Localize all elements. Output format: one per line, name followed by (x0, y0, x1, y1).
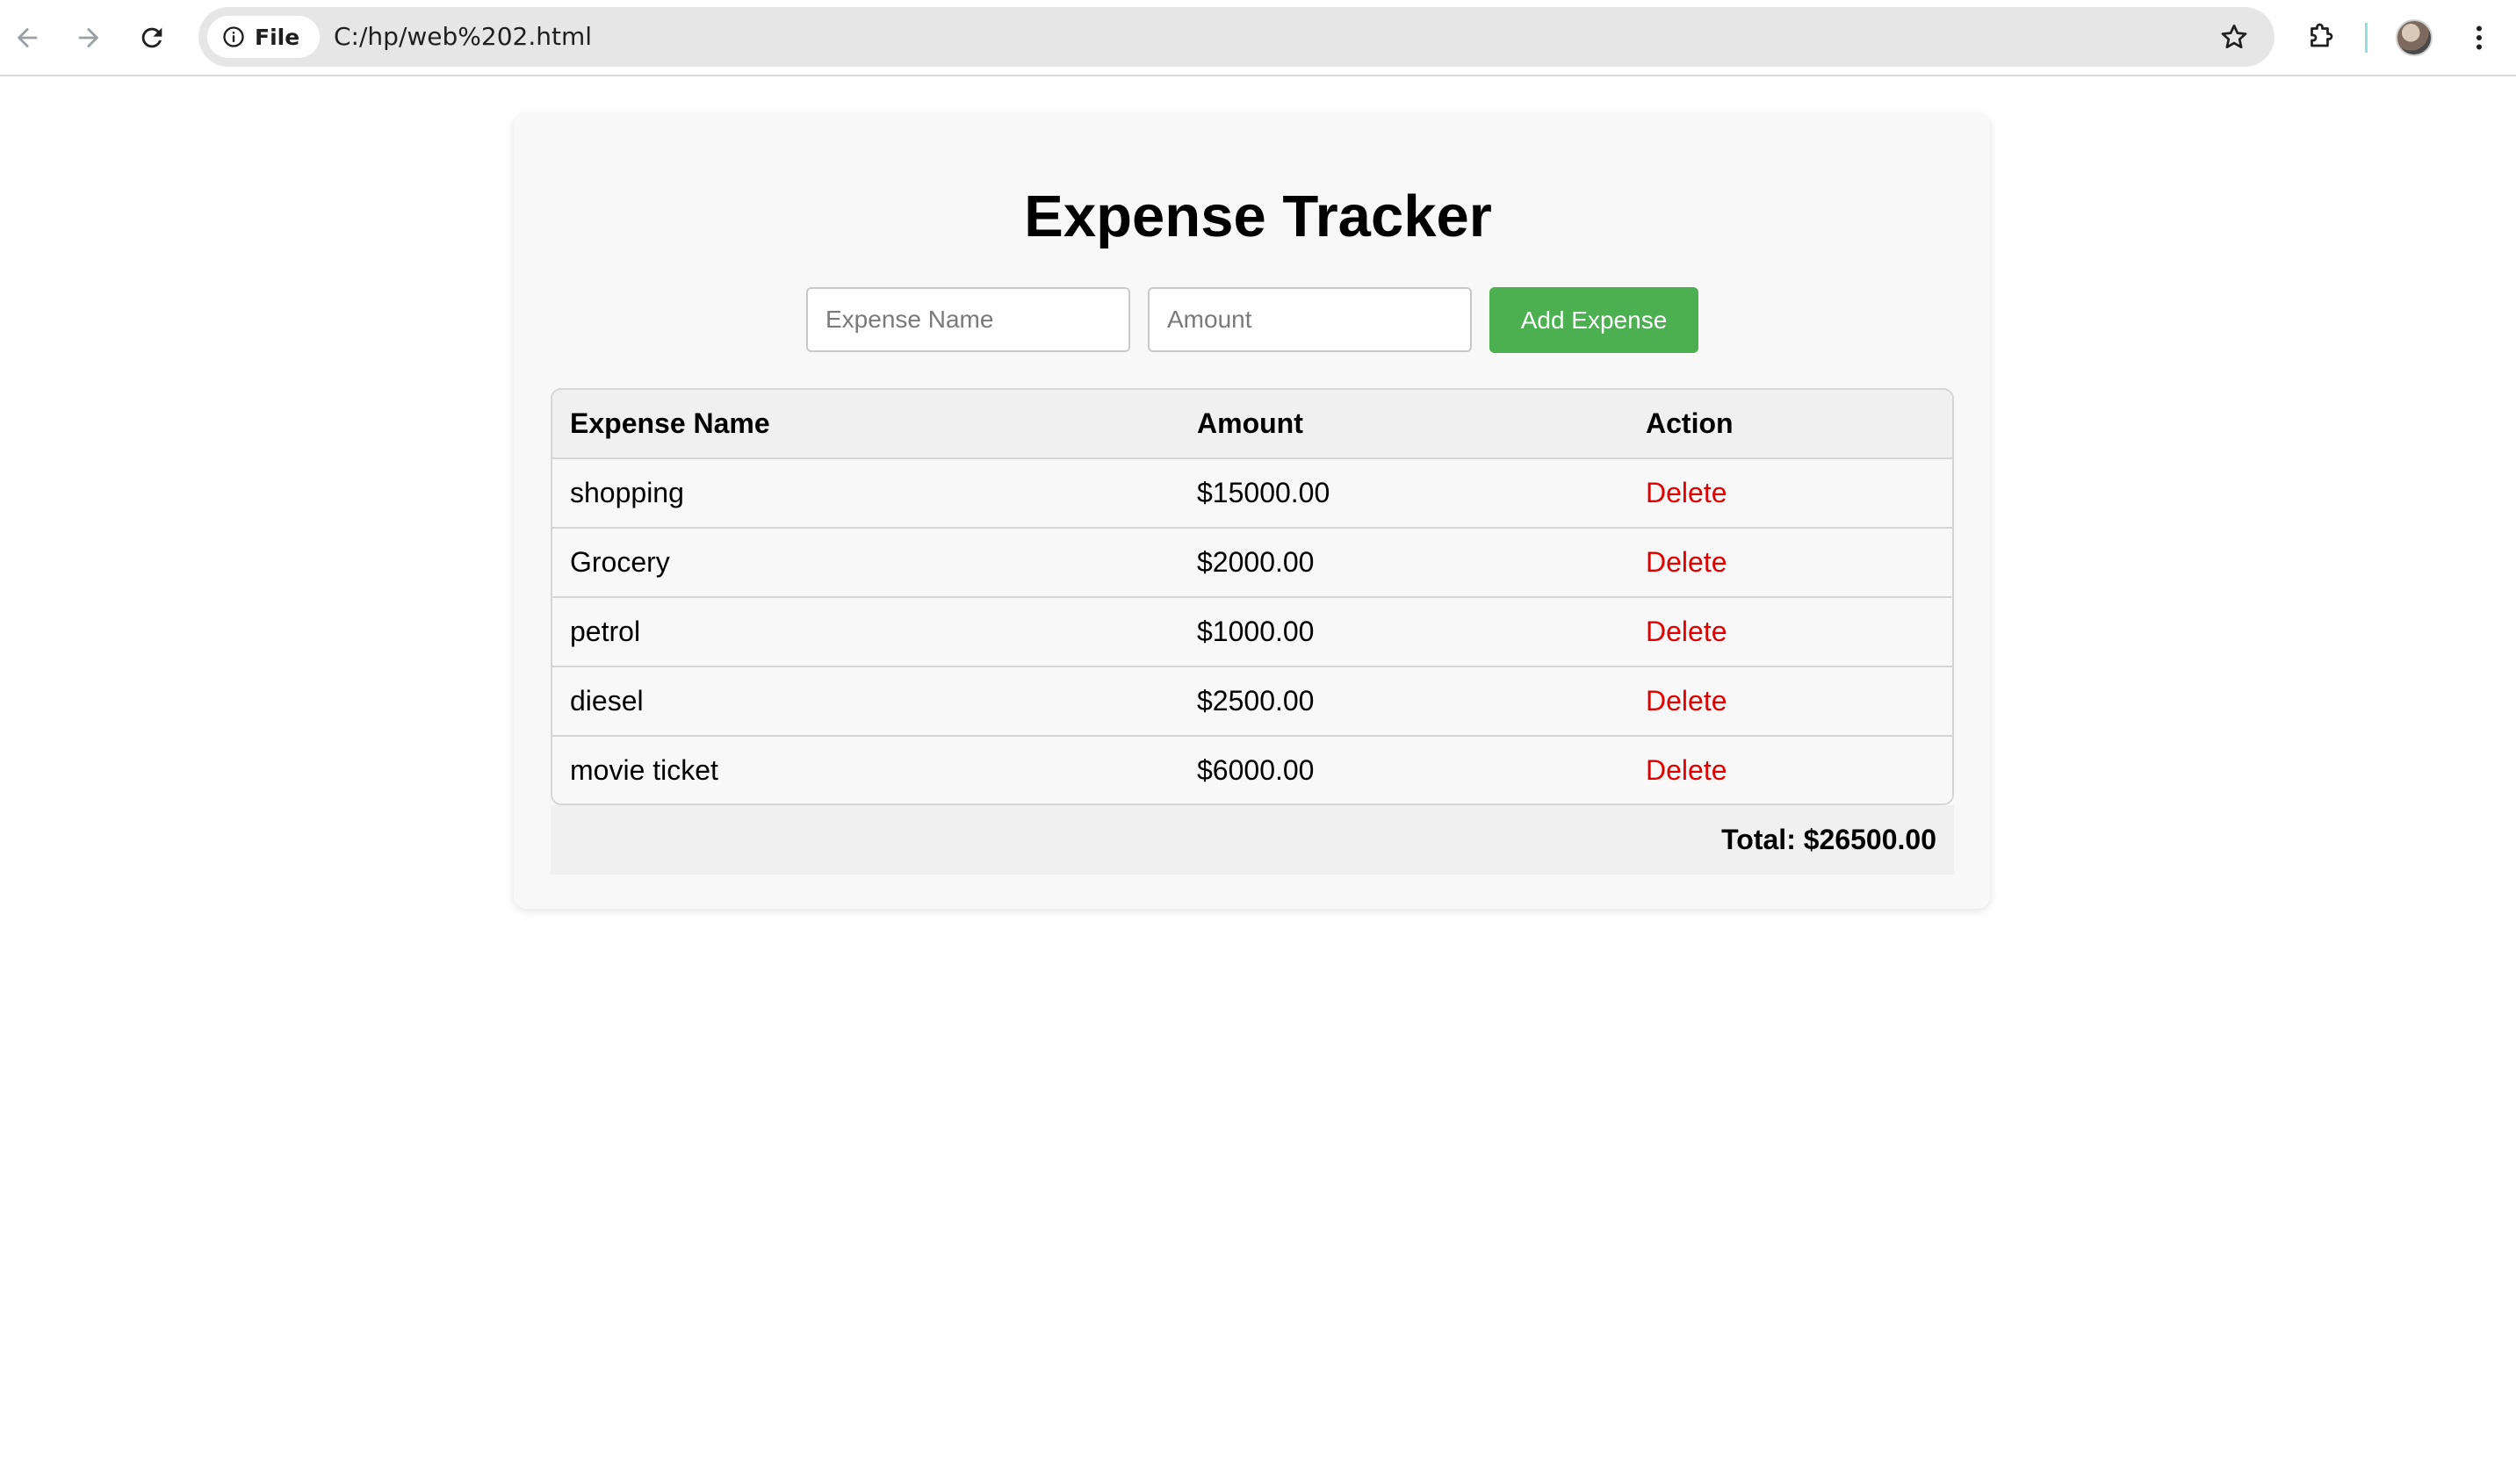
menu-button[interactable] (2459, 18, 2499, 58)
expense-amount-cell: $15000.00 (1197, 477, 1330, 508)
expense-name-cell: diesel (570, 685, 644, 717)
expense-table: Expense Name Amount Action shopping $150… (551, 388, 1954, 805)
delete-link[interactable]: Delete (1646, 598, 1727, 666)
total-bar: Total: $26500.00 (551, 805, 1954, 875)
header-amount: Amount (1197, 407, 1303, 439)
table-row: diesel $2500.00 Delete (552, 667, 1952, 737)
puzzle-icon (2311, 23, 2333, 47)
expense-name-input[interactable] (806, 287, 1130, 352)
arrow-left-icon (17, 27, 38, 48)
expense-amount-cell: $2500.00 (1197, 685, 1315, 717)
expense-name-cell: movie ticket (570, 754, 718, 786)
delete-link[interactable]: Delete (1646, 737, 1727, 803)
browser-toolbar: File C:/hp/web%202.html (0, 0, 2516, 76)
page-title: Expense Tracker (1024, 184, 1492, 249)
header-action: Action (1646, 407, 1734, 439)
delete-link[interactable]: Delete (1646, 529, 1727, 596)
arrow-right-icon (78, 27, 99, 48)
amount-input[interactable] (1148, 287, 1472, 352)
table-row: shopping $15000.00 Delete (552, 459, 1952, 529)
site-info-chip[interactable]: File (207, 16, 320, 58)
back-button[interactable] (7, 18, 47, 58)
forward-button[interactable] (68, 18, 109, 58)
bookmark-star-icon[interactable] (2218, 21, 2250, 53)
reload-icon (141, 27, 162, 48)
add-expense-button[interactable]: Add Expense (1489, 287, 1698, 353)
expense-amount-cell: $2000.00 (1197, 546, 1315, 578)
more-vert-icon (2476, 25, 2482, 50)
table-header-row: Expense Name Amount Action (552, 390, 1952, 459)
table-row: Grocery $2000.00 Delete (552, 529, 1952, 598)
expense-name-cell: shopping (570, 477, 684, 508)
expense-amount-cell: $1000.00 (1197, 616, 1315, 647)
url-text[interactable]: C:/hp/web%202.html (311, 7, 592, 67)
delete-link[interactable]: Delete (1646, 459, 1727, 527)
address-bar[interactable]: File C:/hp/web%202.html (198, 7, 2274, 67)
table-row: movie ticket $6000.00 Delete (552, 737, 1952, 803)
reload-button[interactable] (132, 18, 172, 58)
table-row: petrol $1000.00 Delete (552, 598, 1952, 667)
expense-name-cell: petrol (570, 616, 641, 647)
info-icon (223, 26, 244, 47)
expense-amount-cell: $6000.00 (1197, 754, 1315, 786)
extensions-button[interactable] (2301, 18, 2341, 58)
chip-label: File (255, 24, 300, 50)
expense-name-cell: Grocery (570, 546, 670, 578)
total-amount: Total: $26500.00 (1721, 824, 1936, 855)
profile-avatar[interactable] (2396, 19, 2433, 56)
delete-link[interactable]: Delete (1646, 667, 1727, 735)
header-expense-name: Expense Name (570, 407, 770, 439)
toolbar-divider (2365, 23, 2368, 53)
